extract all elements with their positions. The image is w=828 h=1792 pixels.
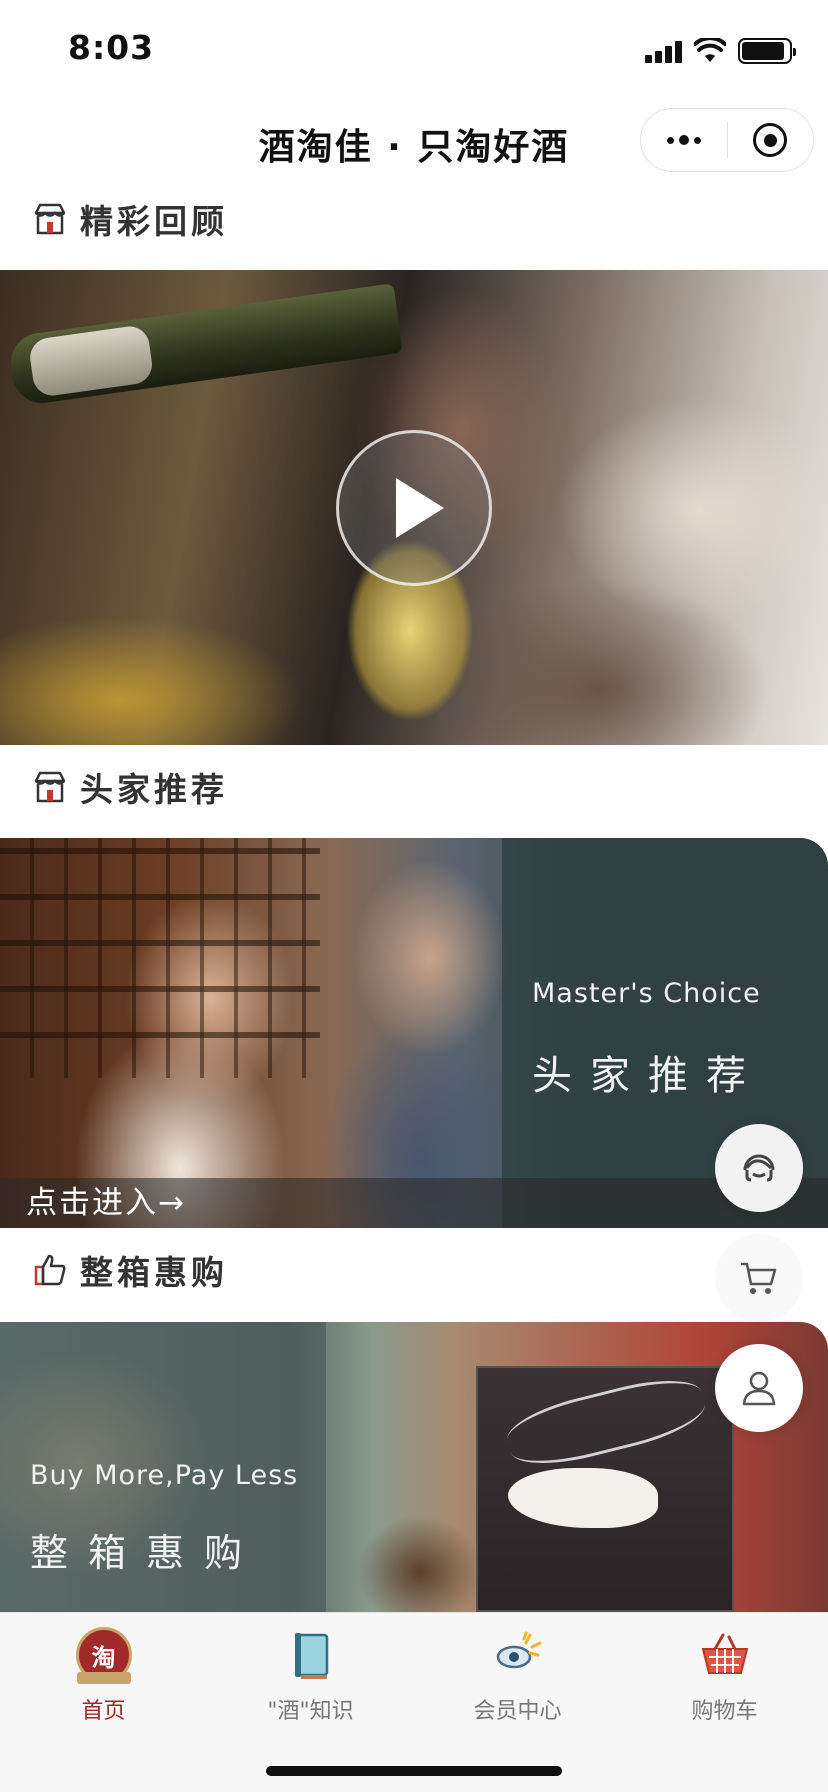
shop-icon [34, 203, 66, 235]
banner-subtitle-en: Buy More,Pay Less [30, 1460, 299, 1491]
section-header-recommend: 头家推荐 [32, 762, 228, 812]
wifi-icon [694, 38, 726, 62]
status-icons [645, 36, 796, 66]
tab-bar: 淘 首页 "酒"知识 会员中心 购物车 [0, 1612, 828, 1792]
tab-member-center[interactable]: 会员中心 [414, 1627, 621, 1737]
user-icon [742, 1371, 776, 1406]
cart-icon [741, 1262, 777, 1294]
tab-label: 会员中心 [473, 1699, 562, 1724]
mini-program-capsule [640, 108, 814, 172]
profile-button[interactable] [715, 1344, 803, 1432]
section-title: 精彩回顾 [80, 202, 228, 241]
enter-link[interactable]: 点击进入→ [26, 1177, 186, 1222]
case-deal-banner[interactable]: Buy More,Pay Less 整箱惠购 [0, 1322, 828, 1612]
customer-service-icon [743, 1154, 775, 1182]
target-icon [753, 123, 788, 157]
shop-icon [34, 771, 66, 803]
status-bar: 8:03 [0, 0, 828, 96]
more-dots-icon [666, 135, 701, 145]
banner-subtitle-en: Master's Choice [532, 978, 761, 1009]
customer-service-button[interactable] [715, 1124, 803, 1212]
cellular-signal-icon [645, 39, 682, 63]
member-icon [490, 1627, 546, 1683]
tab-label: 首页 [81, 1699, 126, 1724]
section-title: 整箱惠购 [80, 1253, 228, 1292]
section-header-case: 整箱惠购 [32, 1245, 228, 1295]
masters-choice-banner[interactable]: Master's Choice 头家推荐 点击进入→ [0, 838, 828, 1228]
tab-home[interactable]: 淘 首页 [0, 1627, 207, 1737]
review-video-banner[interactable] [0, 270, 828, 745]
battery-icon [738, 38, 796, 64]
banner-title-cn: 头家推荐 [532, 1053, 764, 1099]
status-time: 8:03 [68, 28, 155, 67]
close-mini-program-button[interactable] [728, 109, 814, 171]
home-seal-icon: 淘 [75, 1627, 132, 1684]
tab-wine-knowledge[interactable]: "酒"知识 [207, 1627, 414, 1737]
section-header-review: 精彩回顾 [32, 194, 228, 244]
floating-cart-button[interactable] [715, 1234, 803, 1322]
nav-bar: 酒淘佳 · 只淘好酒 [0, 96, 828, 186]
wine-bottle-image [7, 283, 403, 407]
basket-icon [697, 1627, 753, 1683]
tab-shopping-cart[interactable]: 购物车 [621, 1627, 828, 1737]
thumbs-up-icon [34, 1254, 66, 1286]
home-indicator[interactable] [266, 1766, 562, 1776]
book-icon [283, 1627, 339, 1683]
tab-label: "酒"知识 [267, 1699, 354, 1724]
wine-box-image [476, 1366, 734, 1612]
banner-title-cn: 整箱惠购 [30, 1531, 263, 1575]
more-button[interactable] [641, 109, 727, 171]
play-icon[interactable] [336, 430, 492, 586]
section-title: 头家推荐 [80, 770, 228, 809]
tab-label: 购物车 [691, 1699, 758, 1724]
wine-rack-image [0, 838, 320, 1078]
